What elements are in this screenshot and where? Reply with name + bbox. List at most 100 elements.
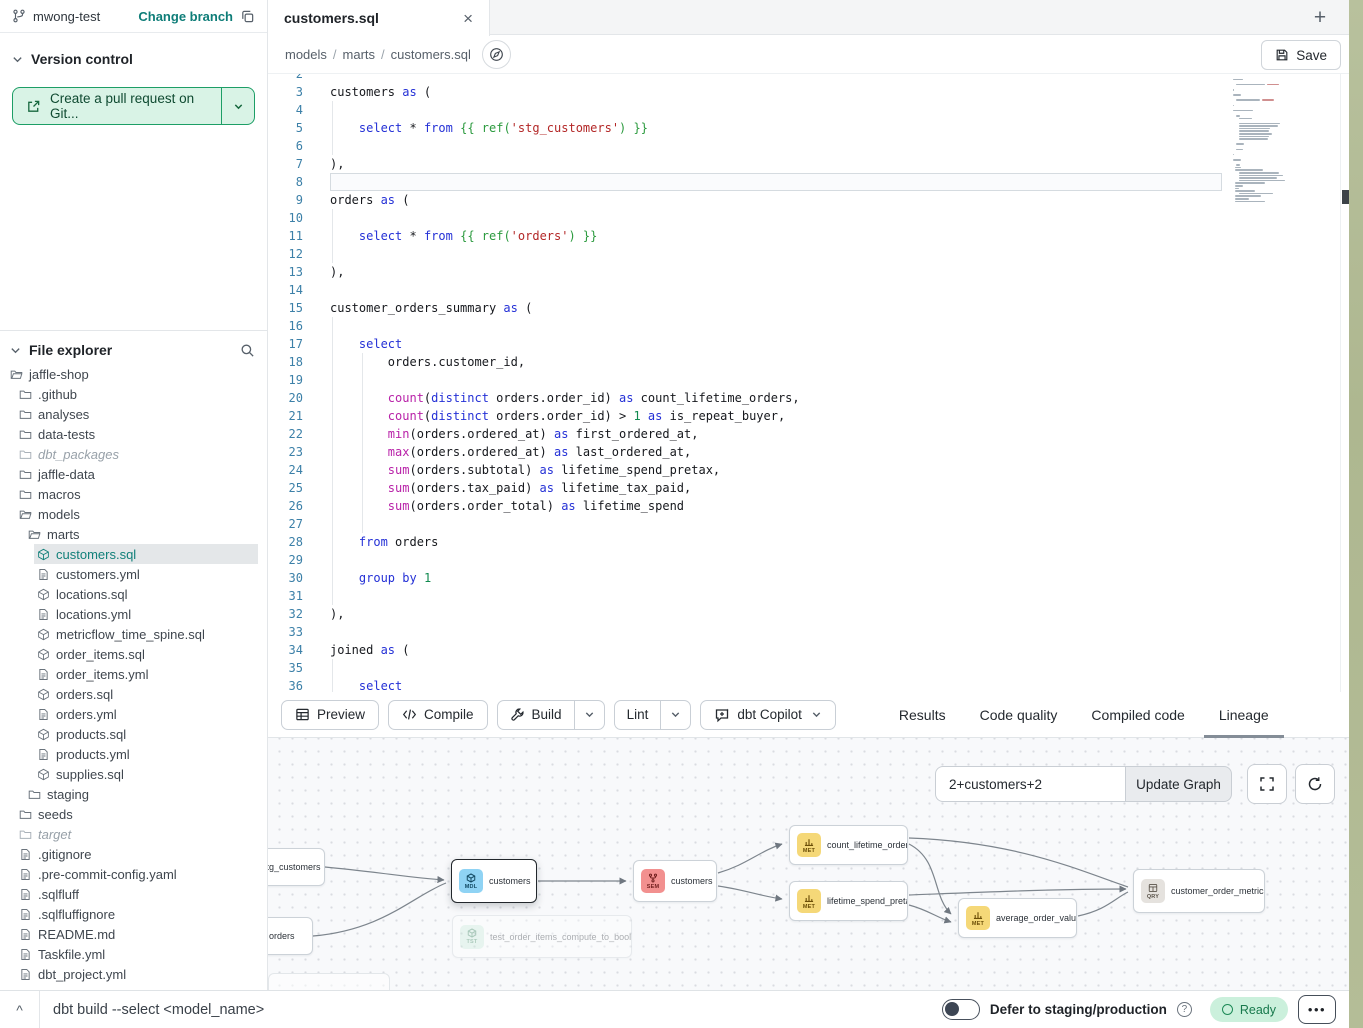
dbt-copilot-button[interactable]: dbt Copilot	[700, 700, 836, 730]
code-line-17[interactable]: 17 select	[268, 335, 1349, 353]
build-button[interactable]: Build	[498, 701, 574, 729]
lineage-node-customers-model[interactable]: MDLcustomers	[451, 859, 537, 903]
search-icon[interactable]	[240, 343, 255, 358]
lineage-node-stg-customers[interactable]: MDLstg_customers	[268, 848, 325, 886]
file-tree-item-marts[interactable]: marts	[0, 524, 267, 544]
tab-results[interactable]: Results	[882, 692, 963, 738]
code-line-14[interactable]: 14	[268, 281, 1349, 299]
create-pr-button[interactable]: Create a pull request on Git...	[12, 87, 255, 125]
code-line-20[interactable]: 20 count(distinct orders.order_id) as co…	[268, 389, 1349, 407]
code-line-8[interactable]: 8	[268, 173, 1349, 191]
refresh-button[interactable]	[1295, 764, 1335, 804]
code-line-25[interactable]: 25 sum(orders.tax_paid) as lifetime_tax_…	[268, 479, 1349, 497]
file-tree-item-supplies-sql[interactable]: supplies.sql	[0, 764, 267, 784]
file-explorer-header[interactable]: File explorer	[0, 331, 267, 364]
defer-toggle[interactable]	[942, 999, 980, 1020]
file-tree-item-seeds[interactable]: seeds	[0, 804, 267, 824]
tab-customers-sql[interactable]: customers.sql	[268, 0, 490, 36]
code-line-31[interactable]: 31	[268, 587, 1349, 605]
update-graph-button[interactable]: Update Graph	[1125, 766, 1232, 802]
file-tree-item-macros[interactable]: macros	[0, 484, 267, 504]
lint-split-button[interactable]: Lint	[614, 700, 692, 730]
breadcrumb-part[interactable]: customers.sql	[391, 47, 471, 62]
save-button[interactable]: Save	[1261, 40, 1341, 70]
file-tree-item-data-tests[interactable]: data-tests	[0, 424, 267, 444]
build-dropdown-caret[interactable]	[574, 701, 604, 729]
code-line-6[interactable]: 6	[268, 137, 1349, 155]
code-line-24[interactable]: 24 sum(orders.subtotal) as lifetime_spen…	[268, 461, 1349, 479]
file-tree-item-models[interactable]: models	[0, 504, 267, 524]
file-tree-item-orders-sql[interactable]: orders.sql	[0, 684, 267, 704]
lineage-node-customers-semantic[interactable]: SEMcustomers	[633, 860, 717, 902]
code-line-21[interactable]: 21 count(distinct orders.order_id) > 1 a…	[268, 407, 1349, 425]
file-tree-item--sqlfluff[interactable]: .sqlfluff	[0, 884, 267, 904]
file-tree-item-jaffle-data[interactable]: jaffle-data	[0, 464, 267, 484]
code-line-36[interactable]: 36 select	[268, 677, 1349, 692]
file-tree-item-jaffle-shop[interactable]: jaffle-shop	[0, 364, 267, 384]
file-tree-item-metricflow-time-spine-sql[interactable]: metricflow_time_spine.sql	[0, 624, 267, 644]
code-line-2[interactable]: 2	[268, 74, 1349, 83]
editor-minimap[interactable]	[1233, 76, 1311, 203]
close-icon[interactable]	[463, 10, 473, 27]
code-line-7[interactable]: 7),	[268, 155, 1349, 173]
file-tree-item--github[interactable]: .github	[0, 384, 267, 404]
breadcrumb-part[interactable]: models	[285, 47, 327, 62]
tab-compiled-code[interactable]: Compiled code	[1074, 692, 1201, 738]
lineage-node-test-order-items[interactable]: TSTtest_order_items_compute_to_bools...	[452, 915, 632, 958]
change-branch-link[interactable]: Change branch	[138, 9, 233, 24]
pr-dropdown-caret[interactable]	[221, 88, 254, 124]
code-line-32[interactable]: 32),	[268, 605, 1349, 623]
file-tree-item-staging[interactable]: staging	[0, 784, 267, 804]
breadcrumb-part[interactable]: marts	[343, 47, 376, 62]
code-line-35[interactable]: 35	[268, 659, 1349, 677]
tab-lineage[interactable]: Lineage	[1202, 692, 1286, 738]
help-icon[interactable]	[1177, 1002, 1192, 1017]
file-tree-item-locations-yml[interactable]: locations.yml	[0, 604, 267, 624]
file-tree-item-orders-yml[interactable]: orders.yml	[0, 704, 267, 724]
lineage-node-customer-order-metrics[interactable]: QRYcustomer_order_metrics	[1133, 869, 1265, 913]
new-tab-button[interactable]	[1307, 5, 1333, 31]
code-line-10[interactable]: 10	[268, 209, 1349, 227]
lineage-node-lifetime-spend-pretax[interactable]: METlifetime_spend_pretax	[789, 881, 908, 921]
file-tree-item-customers-yml[interactable]: customers.yml	[0, 564, 267, 584]
file-tree-item-products-sql[interactable]: products.sql	[0, 724, 267, 744]
file-tree-item-readme-md[interactable]: README.md	[0, 924, 267, 944]
code-line-18[interactable]: 18 orders.customer_id,	[268, 353, 1349, 371]
file-tree-item-analyses[interactable]: analyses	[0, 404, 267, 424]
file-tree-item-dbt-packages[interactable]: dbt_packages	[0, 444, 267, 464]
file-tree-item-order-items-yml[interactable]: order_items.yml	[0, 664, 267, 684]
scrollbar-thumb[interactable]	[1342, 190, 1349, 204]
code-line-30[interactable]: 30 group by 1	[268, 569, 1349, 587]
code-line-27[interactable]: 27	[268, 515, 1349, 533]
file-tree-item--gitignore[interactable]: .gitignore	[0, 844, 267, 864]
editor-scrollbar[interactable]	[1340, 74, 1349, 692]
collapse-panel-button[interactable]	[0, 991, 40, 1028]
command-input[interactable]: dbt build --select <model_name>	[40, 1002, 264, 1018]
code-line-28[interactable]: 28 from orders	[268, 533, 1349, 551]
file-tree-item-customers-sql[interactable]: customers.sql	[0, 544, 267, 564]
code-line-4[interactable]: 4	[268, 101, 1349, 119]
copilot-dropdown-caret[interactable]	[811, 709, 822, 720]
code-line-11[interactable]: 11 select * from {{ ref('orders') }}	[268, 227, 1349, 245]
code-line-3[interactable]: 3customers as (	[268, 83, 1349, 101]
code-line-13[interactable]: 13),	[268, 263, 1349, 281]
code-line-9[interactable]: 9orders as (	[268, 191, 1349, 209]
code-line-22[interactable]: 22 min(orders.ordered_at) as first_order…	[268, 425, 1349, 443]
code-line-29[interactable]: 29	[268, 551, 1349, 569]
build-split-button[interactable]: Build	[497, 700, 605, 730]
code-line-15[interactable]: 15customer_orders_summary as (	[268, 299, 1349, 317]
lineage-selector-input[interactable]	[935, 766, 1125, 802]
lineage-node-orders[interactable]: MDLorders	[268, 917, 313, 955]
tab-code-quality[interactable]: Code quality	[963, 692, 1075, 738]
file-tree-item-taskfile-yml[interactable]: Taskfile.yml	[0, 944, 267, 964]
preview-button[interactable]: Preview	[281, 700, 379, 730]
file-tree-item-order-items-sql[interactable]: order_items.sql	[0, 644, 267, 664]
lineage-navigate-button[interactable]	[482, 40, 511, 69]
lineage-node-count-lifetime-orders[interactable]: METcount_lifetime_orders	[789, 825, 908, 865]
code-line-26[interactable]: 26 sum(orders.order_total) as lifetime_s…	[268, 497, 1349, 515]
copy-icon[interactable]	[240, 9, 255, 24]
file-tree-item-products-yml[interactable]: products.yml	[0, 744, 267, 764]
more-options-button[interactable]	[1298, 995, 1336, 1024]
file-tree-item--pre-commit-config-yaml[interactable]: .pre-commit-config.yaml	[0, 864, 267, 884]
code-line-12[interactable]: 12	[268, 245, 1349, 263]
